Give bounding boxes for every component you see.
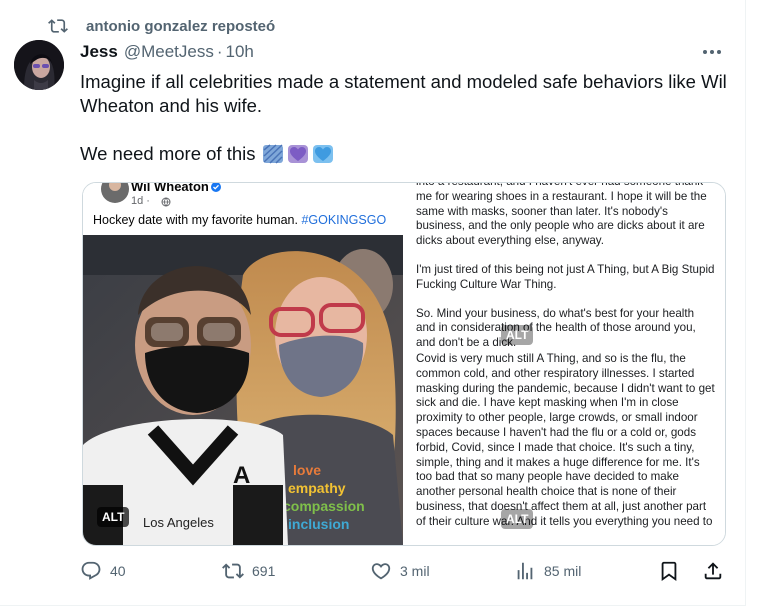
repost-icon <box>48 19 68 33</box>
bookmark-icon <box>661 561 677 582</box>
media-image-right[interactable]: into a restaurant, and I haven't ever ha… <box>403 183 725 545</box>
more-options-button[interactable] <box>700 44 724 60</box>
repost-action-icon <box>222 563 244 579</box>
fb-avatar-icon <box>101 183 129 203</box>
screenshot-paragraph-4: Covid is very much still A Thing, and so… <box>416 351 715 528</box>
author-handle[interactable]: @MeetJess <box>124 42 214 62</box>
tweet-time[interactable]: 10h <box>226 42 254 62</box>
svg-text:compassion: compassion <box>283 498 365 514</box>
views-button[interactable]: 85 mil <box>514 560 581 582</box>
media-image-left[interactable]: Wil Wheaton 1d · Hockey date with my fav… <box>83 183 403 545</box>
reply-button[interactable]: 40 <box>80 560 126 582</box>
globe-icon <box>161 197 171 207</box>
views-chart-icon <box>517 562 533 580</box>
fb-caption: Hockey date with my favorite human. #GOK… <box>93 213 386 227</box>
reply-count: 40 <box>110 563 126 579</box>
alt-badge-right-top[interactable]: ALT <box>501 325 534 345</box>
purple-heart-icon <box>287 145 308 163</box>
svg-text:love: love <box>293 462 321 478</box>
like-button[interactable]: 3 mil <box>370 560 430 582</box>
verified-icon <box>211 183 221 192</box>
tweet-text-line-2: We need more of this <box>80 143 256 164</box>
tweet-text-paragraph-1: Imagine if all celebrities made a statem… <box>80 71 727 116</box>
heart-icon <box>371 563 391 580</box>
svg-text:empathy: empathy <box>288 480 346 496</box>
author-name[interactable]: Jess <box>80 42 118 62</box>
fb-caption-text: Hockey date with my favorite human. <box>93 213 298 227</box>
repost-count: 691 <box>252 563 276 579</box>
selfie-photo: love empathy compassion inclusion Los An… <box>83 235 403 545</box>
action-bar: 40 691 3 mil 85 mil <box>80 560 730 588</box>
tweet-text-paragraph-2: We need more of this <box>80 142 730 166</box>
share-button[interactable] <box>702 560 724 582</box>
fb-post-header: Wil Wheaton 1d · Hockey date with my fav… <box>83 183 403 235</box>
tweet-header: Jess @MeetJess · 10h <box>80 42 254 62</box>
jersey-text: Los Angeles <box>143 515 214 530</box>
avatar[interactable] <box>14 40 64 90</box>
alt-badge-right-bottom[interactable]: ALT <box>501 509 534 529</box>
screenshot-text: into a restaurant, and I haven't ever ha… <box>416 183 716 530</box>
tweet-media[interactable]: Wil Wheaton 1d · Hockey date with my fav… <box>82 182 726 546</box>
more-dots-icon <box>703 50 721 54</box>
separator-dot: · <box>216 42 223 61</box>
avatar-image <box>14 40 64 90</box>
timeline-right-border <box>745 0 746 606</box>
screenshot-paragraph-1: into a restaurant, and I haven't ever ha… <box>416 183 707 248</box>
views-count: 85 mil <box>544 563 582 579</box>
reply-icon <box>81 561 101 580</box>
alt-badge-left[interactable]: ALT <box>97 507 130 527</box>
screenshot-paragraph-2: I'm just tired of this being not just A … <box>416 262 715 291</box>
blue-heart-icon <box>312 145 333 163</box>
blue-pattern-heart-icon <box>262 144 283 164</box>
fb-hashtag: #GOKINGSGO <box>301 213 387 227</box>
tweet-text: Imagine if all celebrities made a statem… <box>80 70 730 166</box>
bookmark-button[interactable] <box>658 560 680 582</box>
svg-text:A: A <box>233 462 250 489</box>
share-icon <box>704 562 722 580</box>
fb-post-time: 1d · <box>131 195 150 207</box>
repost-text[interactable]: antonio gonzalez reposteó <box>86 18 275 35</box>
repost-button[interactable]: 691 <box>222 560 275 582</box>
svg-text:inclusion: inclusion <box>288 516 349 532</box>
repost-context[interactable]: antonio gonzalez reposteó <box>48 14 275 38</box>
screenshot-paragraph-3: So. Mind your business, do what's best f… <box>416 306 696 350</box>
fb-author-name: Wil Wheaton <box>131 182 209 194</box>
like-count: 3 mil <box>400 563 430 579</box>
